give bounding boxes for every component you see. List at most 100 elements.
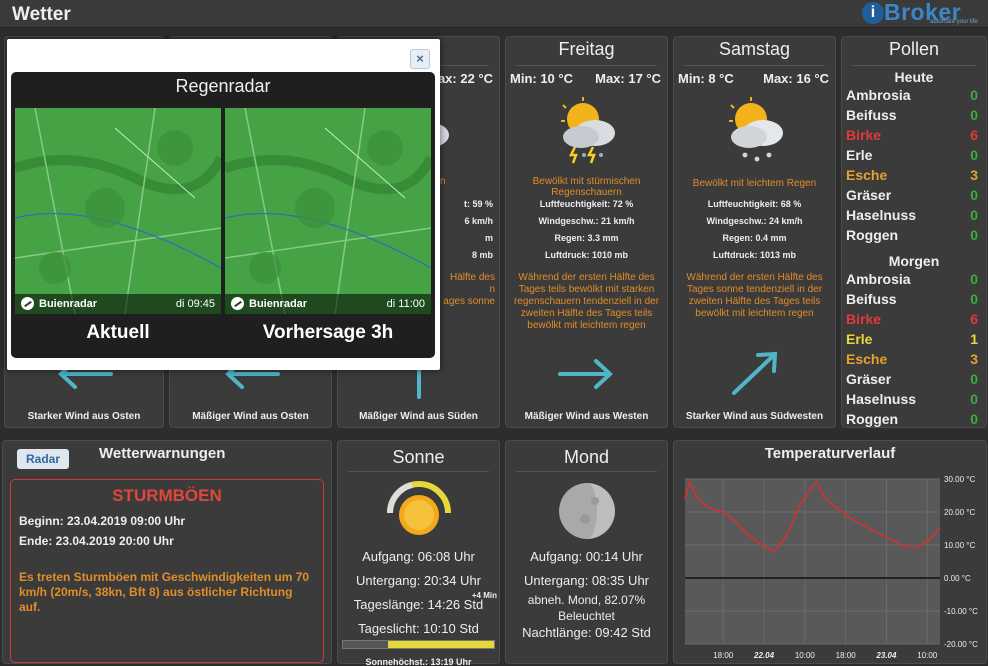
x-tick-label: 22.04 [753, 651, 775, 660]
wind-arrow-icon [557, 359, 613, 389]
day-title: Freitag [558, 39, 615, 59]
stat-humidity: Luftfeuchtigkeit: 68 % [707, 199, 802, 209]
map-image [15, 108, 221, 314]
pollen-value: 0 [970, 411, 978, 427]
radar-time: di 09:45 [175, 298, 215, 310]
pollen-value: 3 [970, 167, 978, 183]
weather-stats: Luftfeuchtigkeit: 68 % Windgeschw.: 24 k… [680, 196, 829, 264]
pollen-name: Roggen [846, 411, 899, 427]
pollen-value: 0 [970, 147, 978, 163]
min-max: Min: 10 °C Max: 17 °C [510, 71, 663, 86]
pollen-row: Erle 0 [846, 147, 978, 167]
radar-brand: Buienradar [249, 298, 308, 310]
daylight-fill [388, 641, 494, 648]
night-length: Nachtlänge: 09:42 Std [522, 625, 651, 640]
warning-box: STURMBÖEN Beginn: 23.04.2019 09:00 Uhr E… [10, 479, 324, 663]
warnings-title: Wetterwarnungen [99, 445, 226, 462]
title-divider [348, 471, 489, 472]
pollen-row: Haselnuss 0 [846, 207, 978, 227]
logo-letter: i [862, 2, 884, 24]
app-title: Wetter [12, 4, 71, 25]
radar-button[interactable]: Radar [17, 449, 69, 469]
y-tick-label: -20.00 °C [944, 640, 978, 649]
pollen-row: Beifuss 0 [846, 291, 978, 311]
moon-panel: Mond Aufgang: 00:14 Uhr Untergang: 08:35… [505, 440, 668, 664]
pollen-name: Beifuss [846, 291, 897, 307]
radar-map-forecast[interactable]: Buienradar di 11:00 [225, 108, 431, 314]
pollen-row: Haselnuss 0 [846, 391, 978, 411]
wind-text: Mäßiger Wind aus Westen [524, 411, 649, 422]
day-panel-freitag: Freitag Min: 10 °C Max: 17 °C Bewölkt mi… [505, 36, 668, 428]
pollen-row: Beifuss 0 [846, 107, 978, 127]
day-length: Tageslänge: 14:26 Std [353, 597, 484, 612]
moon-title: Mond [563, 447, 610, 467]
pollen-value: 0 [970, 371, 978, 387]
weather-description: Bewölkt mit leichtem Regen [692, 178, 817, 189]
buienradar-icon [231, 297, 244, 310]
sunset: Untergang: 20:34 Uhr [355, 573, 482, 588]
close-icon[interactable]: × [410, 49, 430, 69]
x-tick-label: 10:00 [795, 651, 816, 660]
forecast-text: Während der ersten Hälfte des Tages sonn… [686, 272, 823, 319]
pollen-value: 0 [970, 227, 978, 243]
title-divider [516, 471, 657, 472]
day-panel-samstag: Samstag Min: 8 °C Max: 16 °C Bewölkt mit… [673, 36, 836, 428]
pollen-name: Haselnuss [846, 391, 917, 407]
temperature-panel: Temperaturverlauf 30.00 °C 20.00 °C 10.00 … [673, 440, 987, 664]
sunrise: Aufgang: 06:08 Uhr [362, 549, 475, 564]
map-image [225, 108, 431, 314]
cloud-sun-rain-icon [728, 97, 783, 162]
pollen-today-label: Heute [894, 69, 934, 85]
moonrise: Aufgang: 00:14 Uhr [530, 549, 643, 564]
iobroker-logo: i Broker automate your life [862, 0, 984, 26]
radar-title: Regenradar [175, 76, 271, 96]
pollen-value: 3 [970, 351, 978, 367]
pollen-name: Erle [846, 147, 873, 163]
sun-arc-icon [387, 481, 451, 535]
wind-arrow-icon [731, 351, 777, 395]
pollen-name: Ambrosia [846, 87, 911, 103]
wind-text: Starker Wind aus Osten [27, 411, 141, 422]
y-tick-label: 10.00 °C [944, 541, 975, 550]
temperature-chart: 30.00 °C 20.00 °C 10.00 °C 0.00 °C -10.00 °C… [684, 475, 978, 660]
y-tick-label: 20.00 °C [944, 508, 975, 517]
pollen-row: Gräser 0 [846, 187, 978, 207]
title-divider [516, 65, 657, 66]
warning-begin: Beginn: 23.04.2019 09:00 Uhr [19, 514, 186, 528]
moon-lit: Beleuchtet [558, 609, 615, 623]
pollen-name: Ambrosia [846, 271, 911, 287]
pollen-name: Gräser [846, 187, 892, 203]
radar-map-current[interactable]: Buienradar di 09:45 [15, 108, 221, 314]
warning-end: Ende: 23.04.2019 20:00 Uhr [19, 534, 174, 548]
stat-pressure: Luftdruck: 1010 mb [544, 250, 629, 260]
pollen-row: Esche 3 [846, 351, 978, 371]
stat-wind: Windgeschw.: 21 km/h [538, 216, 635, 226]
y-tick-label: 30.00 °C [944, 475, 975, 484]
sun-panel: Sonne Aufgang: 06:08 Uhr Untergang: 20:3… [337, 440, 500, 666]
min-temp: Min: 10 °C [510, 71, 573, 86]
pollen-name: Esche [846, 351, 888, 367]
min-temp: Min: 8 °C [678, 71, 734, 86]
pollen-row: Birke 6 [846, 127, 978, 147]
x-tick-label: 18:00 [836, 651, 857, 660]
wind-text: Starker Wind aus Südwesten [685, 411, 824, 422]
title-divider [684, 65, 825, 66]
weather-description: Bewölkt mit stürmischen Regenschauern [532, 176, 641, 198]
pollen-value: 0 [970, 107, 978, 123]
warning-event: STURMBÖEN [112, 486, 222, 505]
pollen-name: Beifuss [846, 107, 897, 123]
pollen-row: Gräser 0 [846, 371, 978, 391]
pollen-value: 0 [970, 187, 978, 203]
daylight-bar [342, 640, 495, 649]
pollen-name: Birke [846, 311, 882, 327]
stat-pressure: Luftdruck: 1013 mb [712, 250, 797, 260]
pollen-row: Ambrosia 0 [846, 87, 978, 107]
pollen-value: 0 [970, 271, 978, 287]
buienradar-icon [21, 297, 34, 310]
wind-text: Mäßiger Wind aus Osten [192, 411, 309, 422]
x-tick-label: 10:00 [917, 651, 938, 660]
daylight: Tageslicht: 10:10 Std [358, 621, 479, 636]
moonset: Untergang: 08:35 Uhr [523, 573, 650, 588]
app-header: Wetter i Broker automate your life [0, 0, 988, 28]
moon-phase-icon [558, 483, 615, 539]
